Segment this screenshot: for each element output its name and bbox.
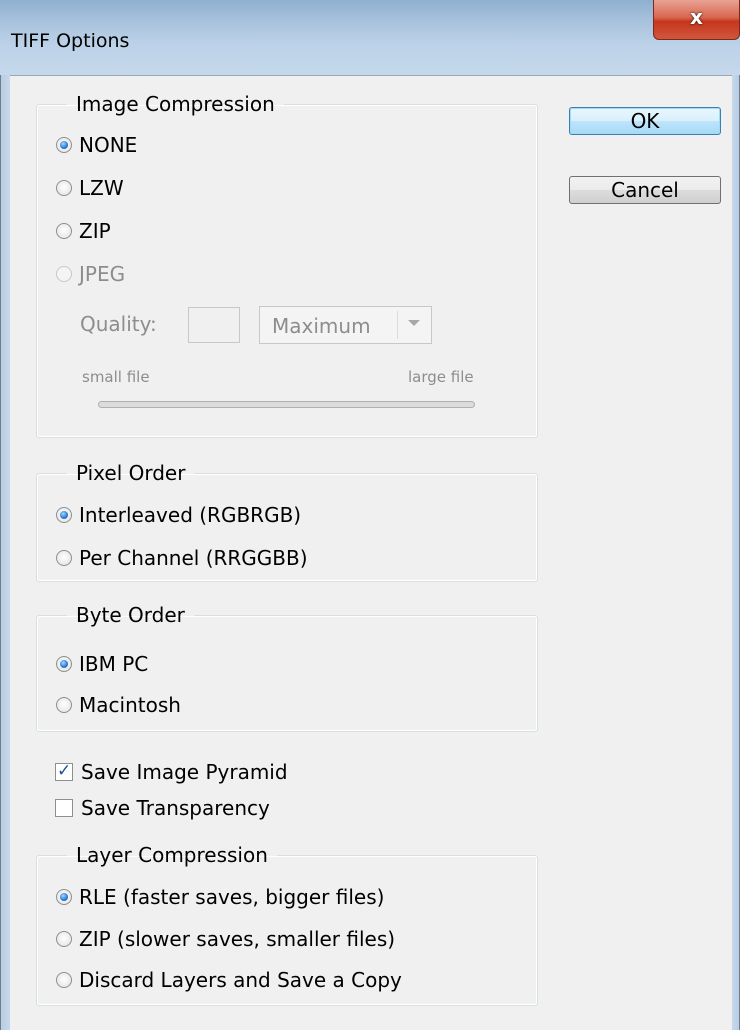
layer-compression-option-rle[interactable]: RLE (faster saves, bigger files) (56, 885, 384, 909)
quality-label: Quality: (80, 312, 157, 336)
radio-button[interactable] (56, 137, 72, 153)
layer-compression-legend: Layer Compression (76, 843, 268, 867)
compression-option-zip[interactable]: ZIP (56, 219, 111, 243)
close-button[interactable]: x (653, 0, 740, 40)
option-label: JPEG (79, 262, 126, 286)
radio-button[interactable] (56, 972, 72, 988)
pixel-order-option-per-channel[interactable]: Per Channel (RRGGBB) (56, 546, 308, 570)
option-label: ZIP (79, 219, 111, 243)
compression-option-lzw[interactable]: LZW (56, 176, 124, 200)
radio-button[interactable] (56, 656, 72, 672)
image-compression-legend: Image Compression (76, 92, 275, 116)
checkbox-label: Save Image Pyramid (81, 760, 288, 784)
quality-value-field (188, 307, 240, 343)
quality-preset-value: Maximum (272, 314, 371, 338)
radio-button[interactable] (56, 931, 72, 947)
radio-button[interactable] (56, 223, 72, 239)
layer-compression-option-discard[interactable]: Discard Layers and Save a Copy (56, 968, 402, 992)
compression-option-none[interactable]: NONE (56, 133, 137, 157)
checkbox-label: Save Transparency (81, 796, 270, 820)
window-frame-right (732, 75, 740, 1030)
option-label: RLE (faster saves, bigger files) (79, 885, 385, 909)
chevron-down-icon (408, 320, 420, 326)
compression-option-jpeg: JPEG (56, 262, 125, 286)
close-icon: x (690, 5, 703, 29)
title-bar[interactable]: TIFF Options x (0, 0, 740, 75)
radio-button[interactable] (56, 550, 72, 566)
select-divider (397, 311, 398, 339)
radio-button (56, 266, 72, 282)
byte-order-option-macintosh[interactable]: Macintosh (56, 693, 181, 717)
window-frame-left (0, 75, 10, 1030)
option-label: Macintosh (79, 693, 181, 717)
dialog-body: Image Compression NONE LZW ZIP JPEG Qual… (10, 75, 732, 1030)
pixel-order-option-interleaved[interactable]: Interleaved (RGBRGB) (56, 503, 301, 527)
quality-preset-select: Maximum (259, 306, 432, 344)
slider-min-label: small file (82, 368, 150, 386)
byte-order-legend: Byte Order (76, 603, 185, 627)
layer-compression-option-zip[interactable]: ZIP (slower saves, smaller files) (56, 927, 395, 951)
radio-button[interactable] (56, 697, 72, 713)
option-label: Per Channel (RRGGBB) (79, 546, 308, 570)
radio-button[interactable] (56, 507, 72, 523)
ok-button[interactable]: OK (569, 107, 721, 135)
radio-button[interactable] (56, 180, 72, 196)
option-label: NONE (79, 133, 138, 157)
cancel-button[interactable]: Cancel (569, 176, 721, 204)
option-label: IBM PC (79, 652, 149, 676)
pixel-order-legend: Pixel Order (76, 461, 186, 485)
option-label: Discard Layers and Save a Copy (79, 968, 402, 992)
window-title: TIFF Options (11, 30, 130, 52)
radio-button[interactable] (56, 889, 72, 905)
save-transparency-checkbox[interactable]: Save Transparency (55, 796, 270, 820)
option-label: LZW (79, 176, 124, 200)
checkbox[interactable] (55, 799, 73, 817)
option-label: Interleaved (RGBRGB) (79, 503, 302, 527)
slider-max-label: large file (408, 368, 474, 386)
save-image-pyramid-checkbox[interactable]: Save Image Pyramid (55, 760, 288, 784)
option-label: ZIP (slower saves, smaller files) (79, 927, 396, 951)
byte-order-option-ibm-pc[interactable]: IBM PC (56, 652, 148, 676)
checkbox[interactable] (55, 761, 73, 781)
quality-slider (98, 401, 475, 408)
